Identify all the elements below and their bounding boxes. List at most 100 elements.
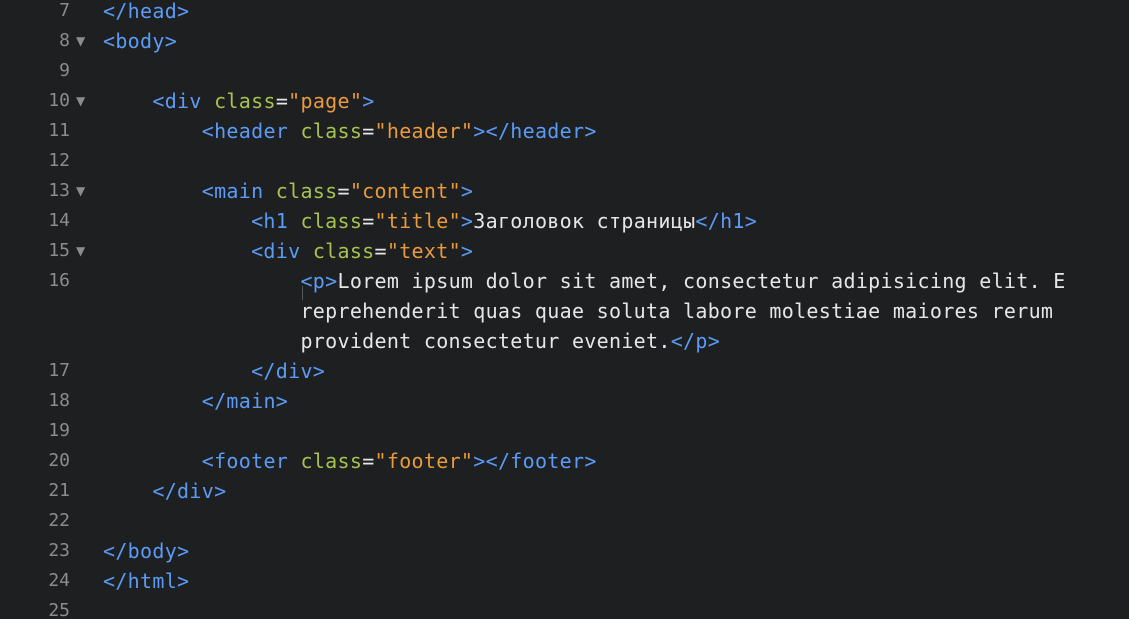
- code-text[interactable]: <div class="text">: [103, 236, 473, 266]
- html-tag-token: <div: [152, 89, 215, 113]
- code-text[interactable]: </div>: [103, 356, 325, 386]
- line-number: 14: [48, 210, 70, 231]
- line-number: 25: [48, 600, 70, 619]
- text-token: provident consectetur eveniet.: [103, 329, 671, 353]
- attribute-token: class: [214, 89, 276, 113]
- triangle-down-icon[interactable]: ▼: [76, 26, 85, 56]
- triangle-down-icon[interactable]: ▼: [76, 176, 85, 206]
- code-text[interactable]: provident consectetur eveniet.</p>: [103, 326, 720, 356]
- code-line[interactable]: 7 </head>: [0, 0, 1129, 26]
- html-tag-token: ></header>: [473, 119, 597, 143]
- code-line[interactable]: 13 ▼ <main class="content">: [0, 176, 1129, 206]
- line-number: [0, 296, 70, 326]
- punctuation-token: =: [362, 209, 375, 233]
- code-text[interactable]: <h1 class="title">Заголовок страницы</h1…: [103, 206, 757, 236]
- triangle-down-icon[interactable]: ▼: [76, 236, 85, 266]
- code-line[interactable]: 17 </div>: [0, 356, 1129, 386]
- line-number: 8: [59, 30, 70, 51]
- code-text[interactable]: </head>: [103, 0, 189, 26]
- html-tag-token: </html>: [103, 569, 190, 593]
- code-text[interactable]: </main>: [103, 386, 288, 416]
- html-tag-token: </main>: [201, 389, 289, 413]
- code-line[interactable]: reprehenderit quas quae soluta labore mo…: [0, 296, 1129, 326]
- code-text[interactable]: </html>: [103, 566, 189, 596]
- triangle-down-icon[interactable]: ▼: [76, 86, 85, 116]
- code-line[interactable]: 19: [0, 416, 1129, 446]
- line-number: 21: [48, 480, 70, 501]
- html-tag-token: <div: [251, 239, 313, 263]
- punctuation-token: =: [362, 449, 375, 473]
- punctuation-token: =: [362, 119, 375, 143]
- line-number: 22: [48, 510, 70, 531]
- line-number: 24: [48, 570, 70, 591]
- html-tag-token: </h1>: [695, 209, 758, 233]
- code-line[interactable]: 10 ▼ <div class="page">: [0, 86, 1129, 116]
- text-token: reprehenderit quas quae soluta labore mo…: [103, 299, 1054, 323]
- code-line[interactable]: 14 <h1 class="title">Заголовок страницы<…: [0, 206, 1129, 236]
- line-number: 16: [48, 270, 70, 291]
- string-token: "text": [386, 239, 461, 263]
- html-tag-token: </p>: [670, 329, 721, 353]
- string-token: "content": [349, 179, 461, 203]
- text-token: Lorem ipsum dolor sit amet, consectetur …: [337, 269, 1066, 293]
- html-tag-token: <h1: [251, 209, 301, 233]
- code-line[interactable]: 21 </div>: [0, 476, 1129, 506]
- code-line[interactable]: 16 <p>Lorem ipsum dolor sit amet, consec…: [0, 266, 1129, 296]
- attribute-token: class: [300, 449, 363, 473]
- attribute-token: class: [300, 119, 363, 143]
- code-line[interactable]: provident consectetur eveniet.</p>: [0, 326, 1129, 356]
- html-tag-token: ></footer>: [473, 449, 597, 473]
- line-number: 20: [48, 450, 70, 471]
- code-line[interactable]: 24 </html>: [0, 566, 1129, 596]
- html-tag-token: <p>: [300, 269, 338, 293]
- line-number: 12: [48, 150, 70, 171]
- line-number: 15: [48, 240, 70, 261]
- html-tag-token: >: [460, 209, 474, 233]
- punctuation-token: =: [374, 239, 387, 263]
- line-number: 13: [48, 180, 70, 201]
- code-line[interactable]: 9: [0, 56, 1129, 86]
- line-number: 11: [48, 120, 70, 141]
- code-text[interactable]: reprehenderit quas quae soluta labore mo…: [103, 296, 1053, 326]
- code-line[interactable]: 22: [0, 506, 1129, 536]
- line-number: 7: [59, 0, 70, 21]
- string-token: "header": [374, 119, 474, 143]
- code-line[interactable]: 23 </body>: [0, 536, 1129, 566]
- html-tag-token: <main: [201, 179, 276, 203]
- code-line[interactable]: 12: [0, 146, 1129, 176]
- line-number: 17: [48, 360, 70, 381]
- code-text[interactable]: <main class="content">: [103, 176, 473, 206]
- line-number: 10: [48, 90, 70, 111]
- code-text[interactable]: </body>: [103, 536, 189, 566]
- code-line[interactable]: 18 </main>: [0, 386, 1129, 416]
- punctuation-token: =: [275, 89, 289, 113]
- code-text[interactable]: <body>: [103, 26, 177, 56]
- string-token: "title": [374, 209, 461, 233]
- code-line[interactable]: 8 ▼ <body>: [0, 26, 1129, 56]
- code-line[interactable]: 20 <footer class="footer"></footer>: [0, 446, 1129, 476]
- html-tag-token: >: [460, 179, 474, 203]
- code-text[interactable]: <p>Lorem ipsum dolor sit amet, consectet…: [103, 266, 1066, 296]
- line-number: 19: [48, 420, 70, 441]
- html-tag-token: <body>: [103, 29, 178, 53]
- html-tag-token: </head>: [103, 0, 190, 23]
- code-text[interactable]: <div class="page">: [103, 86, 375, 116]
- code-text[interactable]: <footer class="footer"></footer>: [103, 446, 597, 476]
- line-number: 23: [48, 540, 70, 561]
- code-line[interactable]: 11 <header class="header"></header>: [0, 116, 1129, 146]
- line-number: [0, 326, 70, 356]
- code-text[interactable]: </div>: [103, 476, 226, 506]
- code-text[interactable]: <header class="header"></header>: [103, 116, 597, 146]
- code-line[interactable]: 25: [0, 596, 1129, 619]
- html-tag-token: </div>: [152, 479, 227, 503]
- code-editor[interactable]: 7 </head> 8 ▼ <body> 9 10 ▼ <div class="page"> 1…: [0, 0, 1129, 619]
- code-line[interactable]: 15 ▼ <div class="text">: [0, 236, 1129, 266]
- line-number: 9: [59, 60, 70, 81]
- html-tag-token: <footer: [201, 449, 301, 473]
